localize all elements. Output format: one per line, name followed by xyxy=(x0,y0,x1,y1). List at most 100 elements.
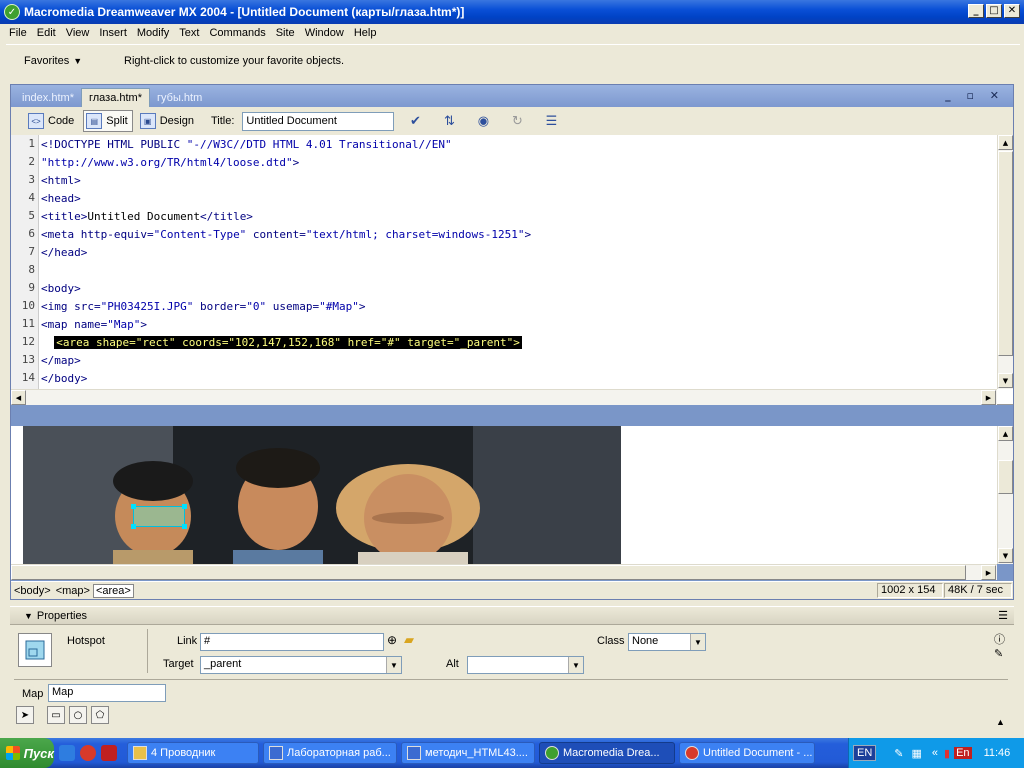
dropdown-arrow-icon[interactable]: ▼ xyxy=(690,634,705,650)
minimize-button[interactable]: _ xyxy=(968,4,984,18)
menu-help[interactable]: Help xyxy=(349,27,382,39)
tray-network-icon[interactable]: ▦ xyxy=(912,747,922,760)
window-size-readout[interactable]: 1002 x 154 xyxy=(877,583,943,598)
task-lab-doc[interactable]: Лабораторная раб... xyxy=(263,742,397,764)
code-line[interactable]: <html> xyxy=(41,173,81,189)
task-browser[interactable]: Untitled Document - ... xyxy=(679,742,815,764)
class-select[interactable]: None ▼ xyxy=(628,633,706,651)
refresh-icon[interactable]: ↻ xyxy=(504,111,530,131)
design-horizontal-scrollbar[interactable]: ▶ xyxy=(11,564,997,580)
scroll-right-icon[interactable]: ▶ xyxy=(981,390,996,405)
menu-insert[interactable]: Insert xyxy=(94,27,132,39)
scroll-left-icon[interactable]: ◀ xyxy=(11,390,26,405)
file-management-icon[interactable]: ⇅ xyxy=(436,111,462,131)
task-dreamweaver[interactable]: Macromedia Drea... xyxy=(539,742,675,764)
menu-modify[interactable]: Modify xyxy=(132,27,174,39)
tab-glaza[interactable]: глаза.htm* xyxy=(80,88,151,107)
language-indicator[interactable]: EN xyxy=(853,745,877,761)
tag-map[interactable]: <map> xyxy=(54,585,92,597)
split-view-button[interactable]: ▤ Split xyxy=(83,110,133,132)
map-name-input[interactable]: Map xyxy=(48,684,166,702)
preview-browser-icon[interactable]: ◉ xyxy=(470,111,496,131)
scroll-up-icon[interactable]: ▲ xyxy=(998,426,1013,441)
hotspot-handle[interactable] xyxy=(131,524,136,529)
scroll-right-icon[interactable]: ▶ xyxy=(981,565,996,580)
design-view-button[interactable]: ▣ Design xyxy=(137,110,199,132)
circle-hotspot-tool-icon[interactable]: ○ xyxy=(69,706,87,724)
scroll-thumb[interactable] xyxy=(998,460,1013,494)
insert-category-dropdown[interactable]: Favorites ▼ xyxy=(6,55,118,67)
code-line[interactable]: <!DOCTYPE HTML PUBLIC "-//W3C//DTD HTML … xyxy=(41,137,452,153)
tag-body[interactable]: <body> xyxy=(12,585,53,597)
menu-file[interactable]: File xyxy=(4,27,32,39)
code-line[interactable]: <area shape="rect" coords="102,147,152,1… xyxy=(41,335,522,351)
pointer-hotspot-tool-icon[interactable]: ➤ xyxy=(16,706,34,724)
dropdown-arrow-icon[interactable]: ▼ xyxy=(386,657,401,673)
code-line[interactable]: <meta http-equiv="Content-Type" content=… xyxy=(41,227,531,243)
task-explorer[interactable]: 4 Проводник xyxy=(127,742,259,764)
browser-check-icon[interactable]: ✔ xyxy=(402,111,428,131)
view-options-icon[interactable]: ☰ xyxy=(538,111,564,131)
dropdown-arrow-icon[interactable]: ▼ xyxy=(568,657,583,673)
code-vertical-scrollbar[interactable]: ▲ ▼ xyxy=(997,135,1013,389)
scroll-up-icon[interactable]: ▲ xyxy=(998,135,1013,150)
tray-app-icon[interactable]: ▮ xyxy=(944,747,950,760)
tab-index[interactable]: index.htm* xyxy=(15,89,81,107)
folder-icon[interactable]: ▰ xyxy=(404,632,414,648)
properties-panel-header[interactable]: ▼ Properties ☰ xyxy=(10,606,1014,624)
panel-options-icon[interactable]: ☰ xyxy=(998,609,1008,622)
scroll-down-icon[interactable]: ▼ xyxy=(998,373,1013,388)
menu-window[interactable]: Window xyxy=(300,27,349,39)
hotspot-handle[interactable] xyxy=(182,504,187,509)
menu-site[interactable]: Site xyxy=(271,27,300,39)
children-photo[interactable] xyxy=(23,426,621,564)
scroll-thumb[interactable] xyxy=(11,565,966,580)
menu-edit[interactable]: Edit xyxy=(32,27,61,39)
code-horizontal-scrollbar[interactable]: ◀ ▶ xyxy=(11,389,997,405)
tag-area[interactable]: <area> xyxy=(92,583,134,598)
tray-tool-icon[interactable]: ✎ xyxy=(894,747,903,760)
menu-text[interactable]: Text xyxy=(174,27,204,39)
menu-view[interactable]: View xyxy=(61,27,95,39)
design-pane[interactable]: ▲ ▼ xyxy=(11,426,1013,564)
start-button[interactable]: Пуск xyxy=(0,738,54,768)
document-window-controls[interactable]: _ ▫ ✕ xyxy=(945,89,1005,102)
app-quicklaunch-icon[interactable] xyxy=(101,745,117,761)
tray-expand-icon[interactable]: « xyxy=(932,747,938,759)
maximize-button[interactable]: □ xyxy=(986,4,1002,18)
code-line[interactable]: </body> xyxy=(41,371,87,387)
task-method-doc[interactable]: методич_HTML43.... xyxy=(401,742,535,764)
close-button[interactable]: ✕ xyxy=(1004,4,1020,18)
code-line[interactable]: <body> xyxy=(41,281,81,297)
document-title-input[interactable]: Untitled Document xyxy=(242,111,395,131)
menu-commands[interactable]: Commands xyxy=(204,27,270,39)
tray-language-icon[interactable]: En xyxy=(954,747,972,759)
opera-quicklaunch-icon[interactable] xyxy=(80,745,96,761)
code-line[interactable]: </head> xyxy=(41,245,87,261)
code-line[interactable]: <map name="Map"> xyxy=(41,317,147,333)
scroll-thumb[interactable] xyxy=(998,151,1013,356)
code-view-button[interactable]: <> Code xyxy=(25,110,79,132)
expand-panel-icon[interactable]: ▲ xyxy=(996,717,1005,727)
code-line[interactable]: </map> xyxy=(41,353,81,369)
rectangle-hotspot-tool-icon[interactable]: ▭ xyxy=(47,706,65,724)
target-select[interactable]: _parent ▼ xyxy=(200,656,402,674)
code-line[interactable]: <title>Untitled Document</title> xyxy=(41,209,253,225)
point-to-file-icon[interactable]: ⊕ xyxy=(387,633,397,647)
tab-guby[interactable]: губы.htm xyxy=(150,89,209,107)
hotspot-handle[interactable] xyxy=(131,504,136,509)
code-line[interactable]: "http://www.w3.org/TR/html4/loose.dtd"> xyxy=(41,155,299,171)
code-line[interactable]: <head> xyxy=(41,191,81,207)
design-vertical-scrollbar[interactable]: ▲ ▼ xyxy=(997,426,1013,564)
link-input[interactable]: # xyxy=(200,633,384,651)
scroll-down-icon[interactable]: ▼ xyxy=(998,548,1013,563)
ie-quicklaunch-icon[interactable] xyxy=(59,745,75,761)
code-pane[interactable]: 123456789101112131415 <!DOCTYPE HTML PUB… xyxy=(11,135,1013,405)
dreamweaver-app-icon[interactable]: ✓ xyxy=(4,4,20,20)
alt-select[interactable]: ▼ xyxy=(467,656,584,674)
quick-tag-editor-icon[interactable]: ✎ xyxy=(994,647,1003,660)
hotspot-handle[interactable] xyxy=(182,524,187,529)
code-line[interactable]: <img src="PH03425I.JPG" border="0" usema… xyxy=(41,299,366,315)
hotspot-rect[interactable] xyxy=(131,504,187,529)
help-icon[interactable]: ⓘ xyxy=(994,631,1005,647)
